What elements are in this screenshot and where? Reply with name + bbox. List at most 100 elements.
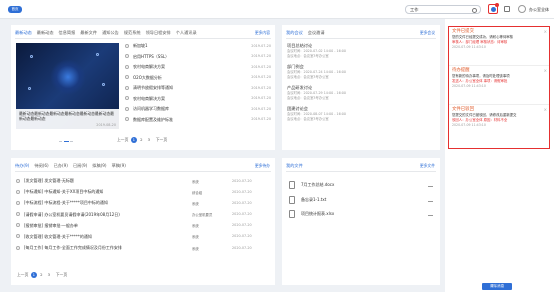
carousel-dot[interactable] — [70, 141, 73, 142]
todo-title[interactable]: [报销审批] 报销审批-一般办单 — [24, 223, 78, 229]
list-item[interactable]: 清明节放假安排等通知 2019-07-20 — [125, 84, 271, 95]
news-title[interactable]: 访问机器学习数据库 — [133, 106, 169, 112]
todo-sender: 办公室机要员 — [192, 213, 213, 218]
download-icon[interactable] — [504, 6, 510, 12]
list-item[interactable]: 农村电商解决方案 2019-07-20 — [125, 95, 271, 106]
tab-to-read[interactable]: 待阅(6) — [34, 163, 48, 171]
list-item[interactable]: 7月工作总结.docx — [289, 181, 435, 196]
news-title[interactable]: 新加坡1 — [133, 43, 148, 49]
documents-more-link[interactable]: 更多文件 — [420, 163, 435, 169]
tab-news-1[interactable]: 最新动态 — [37, 30, 54, 38]
news-title[interactable]: 农村电商解决方案 — [133, 64, 165, 70]
tab-news-6[interactable]: 领导日程安排 — [146, 30, 171, 38]
tab-done[interactable]: 已办(9) — [54, 163, 68, 171]
tab-read[interactable]: 已阅(9) — [73, 163, 87, 171]
notification-item[interactable]: × 文件已提交 您的文件已经提交成功，请耐心等待审核 审核人：部门经理 审核状态… — [449, 27, 549, 66]
todo-title[interactable]: [每月工作] 每月工作-全面工作完成情况及月份工作安排 — [24, 245, 122, 251]
document-tabs: 我的文件 — [286, 163, 308, 172]
todo-title[interactable]: [发文管理] 发文管理-无标题 — [24, 178, 74, 184]
meetings-more-link[interactable]: 更多会议 — [420, 30, 435, 36]
notification-bell-icon[interactable] — [488, 3, 499, 14]
close-icon[interactable]: × — [544, 68, 547, 73]
download-icon[interactable] — [428, 197, 433, 202]
tab-meeting-invites[interactable]: 会议邀请 — [308, 30, 325, 38]
list-item[interactable]: 备忘录1-1.txt — [289, 195, 435, 211]
meetings-panel: 我的会议 会议邀请 更多会议 项目总结讨论 会议时间：2020-07-02 14:0… — [282, 25, 440, 150]
carousel-dot[interactable] — [59, 141, 62, 142]
tab-drafts[interactable]: 草稿(9) — [112, 163, 126, 171]
table-row[interactable]: [发文管理] 发文管理-无标题 系统 2020-07-20 — [16, 177, 270, 188]
page-button[interactable]: 2 — [138, 137, 144, 143]
todo-title[interactable]: [中标流程] 中标流程-关于*****项目中标的通知 — [24, 200, 108, 206]
news-feature-date: 2019-08-20 — [96, 123, 116, 127]
home-logo[interactable]: 首页 — [8, 6, 22, 13]
news-title[interactable]: O2O大数据分析 — [133, 75, 162, 81]
download-icon[interactable] — [428, 182, 433, 187]
page-button[interactable]: 3 — [146, 137, 152, 143]
top-bar: 首页 工作 办公室全体 — [0, 0, 554, 19]
table-row[interactable]: [请假申请] 办公室机要员请假申请(2019年08月12日) 办公室机要员 2020… — [16, 211, 270, 222]
notification-item[interactable]: × 文件已驳回 您提交的文件已被驳回，请修改后重新提交 驳回人：办公室全体 原因… — [449, 105, 549, 144]
tab-news-5[interactable]: 规范系统 — [124, 30, 141, 38]
list-item[interactable]: 新加坡1 2019-07-20 — [125, 42, 271, 53]
file-name[interactable]: 7月工作总结.docx — [301, 182, 334, 188]
todo-sender: 系统 — [192, 246, 199, 251]
table-row[interactable]: [中标流程] 中标流程-关于*****项目中标的通知 系统 2020-07-20 — [16, 199, 270, 210]
news-feature-caption-text: 最新动态最新动态最新动态最新动态最新动态最新动态最新动态最新动态 — [19, 111, 114, 121]
tab-news-4[interactable]: 通知公告 — [102, 30, 119, 38]
list-item[interactable]: 项目统计报表.xlsx — [289, 210, 435, 225]
file-name[interactable]: 备忘录1-1.txt — [301, 197, 326, 203]
list-item[interactable]: 访问机器学习数据库 2019-07-20 — [125, 105, 271, 116]
todo-more-link[interactable]: 更多待办 — [255, 163, 270, 169]
tab-news-7[interactable]: 个人通讯录 — [176, 30, 197, 38]
news-title[interactable]: 启用HTTPS（SSL） — [133, 54, 169, 60]
news-more-link[interactable]: 更多内容 — [255, 30, 270, 36]
todo-title[interactable]: [收文管理] 收文管理-关于*****的通知 — [24, 234, 92, 240]
list-item[interactable]: 启用HTTPS（SSL） 2019-07-20 — [125, 53, 271, 64]
todo-title[interactable]: [请假申请] 办公室机要员请假申请(2019年08月12日) — [24, 212, 120, 218]
tab-drafting[interactable]: 拟稿(9) — [92, 163, 106, 171]
table-row[interactable]: [报销审批] 报销审批-一般办单 系统 2020-07-20 — [16, 222, 270, 233]
avatar[interactable] — [518, 5, 526, 13]
prev-page-button[interactable]: 上一页 — [117, 137, 128, 142]
news-feature-image[interactable]: 最新动态最新动态最新动态最新动态最新动态最新动态最新动态最新动态 2019-08… — [16, 43, 119, 129]
network-node-icon — [102, 83, 105, 86]
user-name[interactable]: 办公室全体 — [529, 7, 549, 13]
meeting-time: 会议时间：2020-07-02 14:00 - 16:00 — [287, 49, 346, 53]
close-icon[interactable]: × — [544, 29, 547, 34]
list-item[interactable]: 部门例会 会议时间：2020-07-24 14:00 - 16:00 会议地点：会议… — [287, 64, 346, 85]
tab-news-3[interactable]: 最新文件 — [80, 30, 97, 38]
network-node-icon — [28, 87, 31, 90]
carousel-dot[interactable] — [63, 141, 69, 142]
list-item[interactable]: 团建讨论会 会议时间：2020-08-07 14:00 - 16:00 会议地点：会… — [287, 106, 346, 127]
notification-item[interactable]: × 待办提醒 您有新的待办事项，请及时处理该事项 发送人：办公室全体 事项：请假… — [449, 66, 549, 105]
list-item[interactable]: 农村电商解决方案 2019-07-20 — [125, 63, 271, 74]
download-icon[interactable] — [428, 211, 433, 216]
page-button[interactable]: 1 — [130, 137, 137, 143]
list-item[interactable]: 项目总结讨论 会议时间：2020-07-02 14:00 - 16:00 会议地点：… — [287, 43, 346, 64]
next-page-button[interactable]: 下一页 — [156, 137, 167, 142]
page-button[interactable]: 3 — [46, 272, 52, 278]
list-item[interactable]: 数据库配置及维护标准 2019-07-20 — [125, 116, 271, 127]
table-row[interactable]: [收文管理] 收文管理-关于*****的通知 系统 2020-07-20 — [16, 233, 270, 244]
tab-news-2[interactable]: 信息简报 — [59, 30, 76, 38]
news-title[interactable]: 农村电商解决方案 — [133, 96, 165, 102]
clear-messages-button[interactable]: 清除消息 — [482, 283, 512, 290]
list-item[interactable]: O2O大数据分析 2019-07-20 — [125, 74, 271, 85]
news-title[interactable]: 清明节放假安排等通知 — [133, 85, 173, 91]
next-page-button[interactable]: 下一页 — [56, 272, 67, 277]
news-title[interactable]: 数据库配置及维护标准 — [133, 117, 173, 123]
carousel-dots[interactable] — [59, 138, 75, 143]
search-icon[interactable] — [472, 7, 477, 13]
page-button[interactable]: 2 — [38, 272, 44, 278]
list-item[interactable]: 产品研发讨论 会议时间：2020-07-29 14:00 - 16:00 会议地点：… — [287, 85, 346, 106]
search-input[interactable]: 工作 — [405, 5, 481, 14]
todo-title[interactable]: [中标通知] 中标通知-关于XX项目中标的通知 — [24, 189, 103, 195]
prev-page-button[interactable]: 上一页 — [17, 272, 28, 277]
page-button[interactable]: 1 — [30, 272, 37, 278]
table-row[interactable]: [中标通知] 中标通知-关于XX项目中标的通知 综合组 2020-07-20 — [16, 188, 270, 199]
network-node-icon — [96, 53, 99, 56]
file-name[interactable]: 项目统计报表.xlsx — [301, 211, 334, 217]
table-row[interactable]: [每月工作] 每月工作-全面工作完成情况及月份工作安排 系统 2020-07-20 — [16, 244, 270, 255]
close-icon[interactable]: × — [544, 107, 547, 112]
